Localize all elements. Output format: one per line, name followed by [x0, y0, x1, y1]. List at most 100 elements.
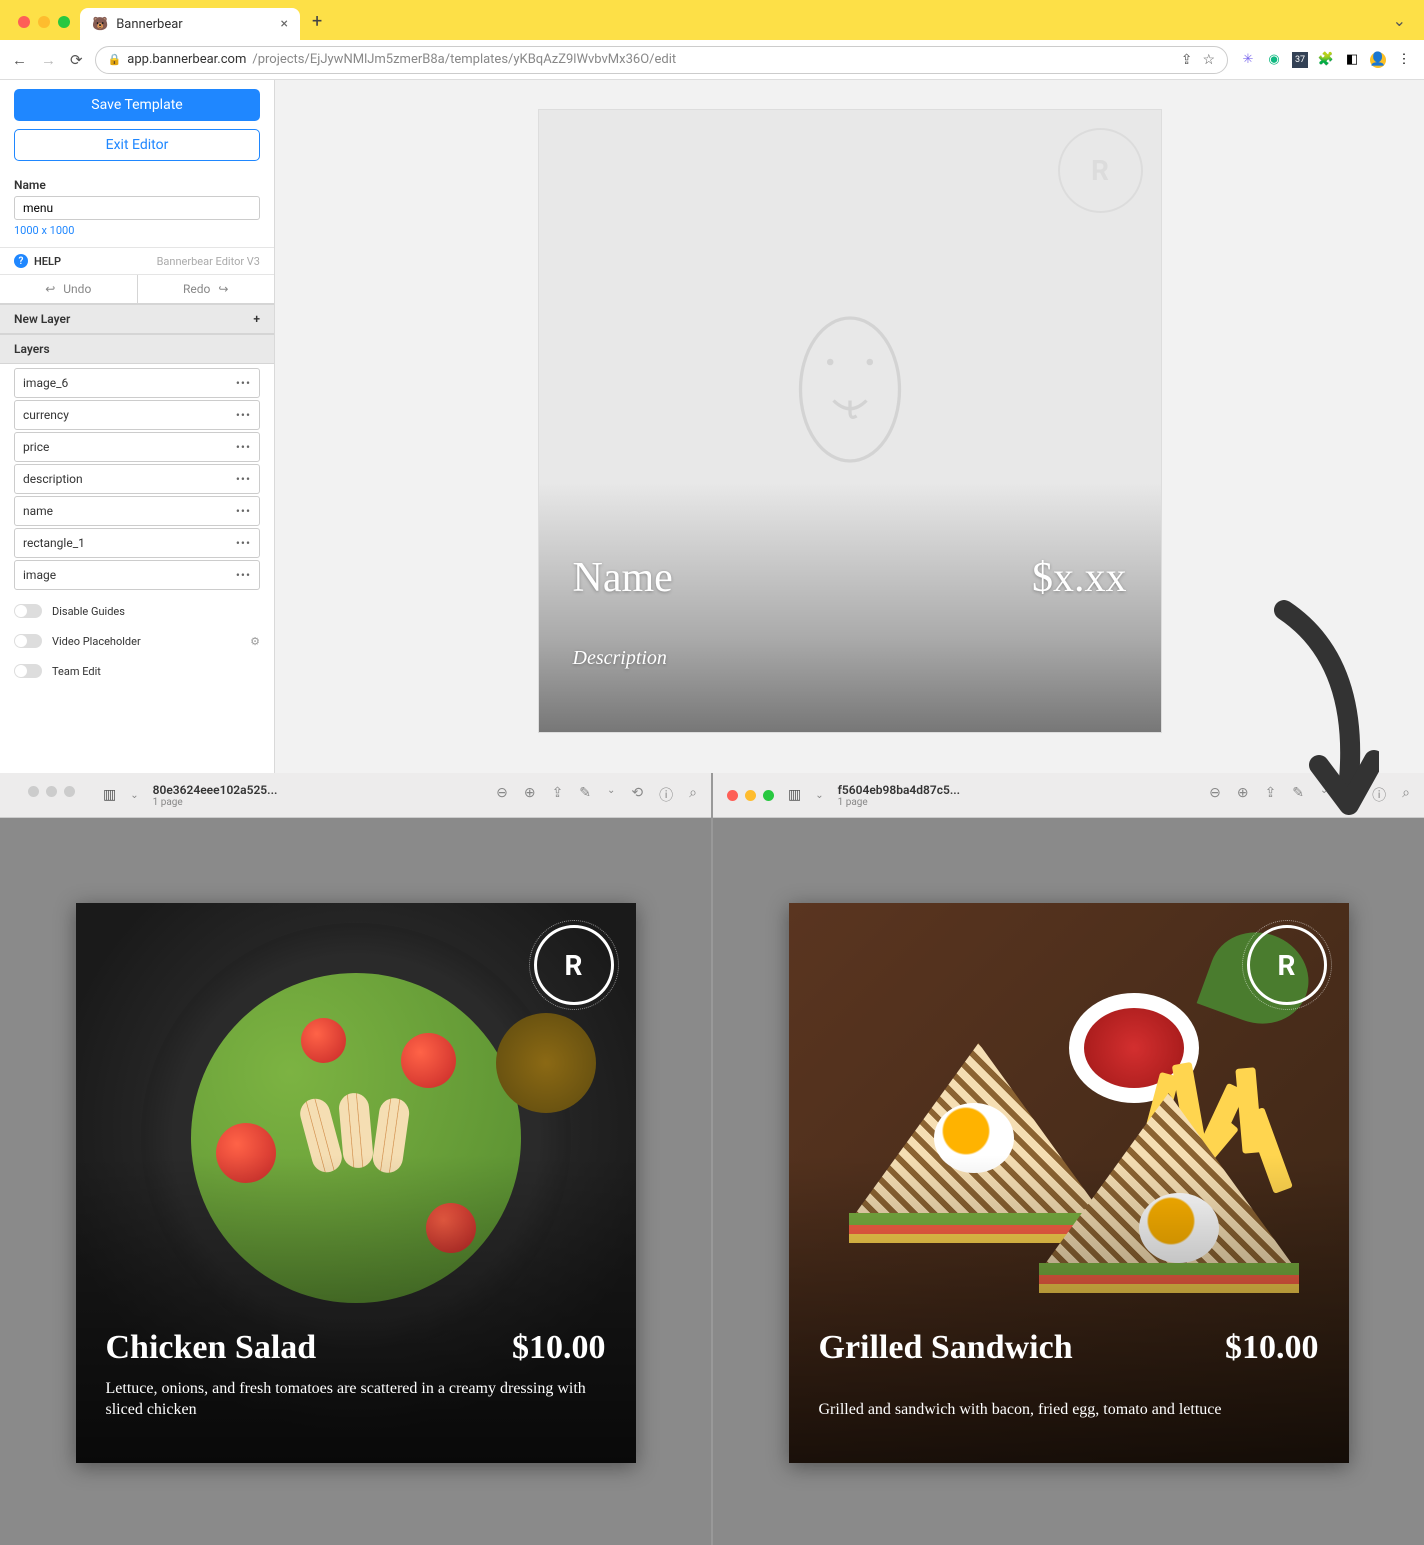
url-path: /projects/EjJywNMlJm5zmerB8a/templates/y…	[252, 52, 676, 67]
bookmark-icon[interactable]: ☆	[1202, 52, 1215, 68]
ext-icon-1[interactable]: ✳	[1240, 52, 1256, 68]
chevron-down-icon[interactable]: ⌄	[130, 790, 138, 801]
zoom-out-icon[interactable]: ⊖	[496, 785, 508, 805]
preview-window-right: ▥ ⌄ f5604eb98ba4d87c5...1 page ⊖ ⊕ ⇪ ✎ ⌄…	[713, 773, 1424, 1545]
minimize-icon[interactable]	[745, 790, 756, 801]
new-layer-header[interactable]: New Layer +	[0, 304, 274, 334]
layer-menu-icon[interactable]: •••	[236, 472, 251, 486]
menu-icon[interactable]: ⋮	[1396, 52, 1412, 68]
editor-sidebar: Save Template Exit Editor Name 1000 x 10…	[0, 80, 275, 773]
dimensions-link[interactable]: 1000 x 1000	[0, 222, 274, 247]
ext-icon-4[interactable]: ◧	[1344, 52, 1360, 68]
tab-title: Bannerbear	[116, 17, 183, 32]
chevron-down-icon[interactable]: ⌄	[815, 790, 823, 801]
close-tab-icon[interactable]: ×	[281, 16, 288, 32]
profile-icon[interactable]: 👤	[1370, 52, 1386, 68]
layer-item[interactable]: name•••	[14, 496, 260, 526]
layers-header: Layers	[0, 334, 274, 364]
search-icon[interactable]: ⌕	[689, 785, 697, 805]
forward-icon[interactable]: →	[41, 51, 56, 69]
url-host: app.bannerbear.com	[127, 52, 246, 67]
layer-item[interactable]: description•••	[14, 464, 260, 494]
layer-menu-icon[interactable]: •••	[236, 536, 251, 550]
artboard-price-text[interactable]: $x.xx	[1032, 554, 1127, 602]
new-tab-button[interactable]: +	[300, 11, 334, 40]
layer-menu-icon[interactable]: •••	[236, 408, 251, 422]
url-field[interactable]: 🔒 app.bannerbear.com/projects/EjJywNMlJm…	[95, 46, 1228, 74]
layer-item[interactable]: currency•••	[14, 400, 260, 430]
card-name: Grilled Sandwich	[819, 1329, 1073, 1367]
name-label: Name	[0, 170, 274, 194]
zoom-out-icon[interactable]: ⊖	[1209, 785, 1221, 805]
guides-toggle[interactable]	[14, 604, 42, 618]
logo-badge: R	[1058, 128, 1143, 213]
help-label[interactable]: HELP	[34, 255, 61, 268]
search-icon[interactable]: ⌕	[1402, 785, 1410, 805]
preview-pages: 1 page	[838, 797, 1195, 808]
zoom-in-icon[interactable]: ⊕	[524, 785, 536, 805]
layer-menu-icon[interactable]: •••	[236, 568, 251, 582]
exit-editor-button[interactable]: Exit Editor	[14, 129, 260, 161]
logo-badge: R	[534, 925, 614, 1005]
browser-tab[interactable]: 🐻 Bannerbear ×	[80, 8, 300, 40]
layer-menu-icon[interactable]: •••	[236, 440, 251, 454]
redo-icon: ↪	[218, 282, 228, 296]
ext-icon-2[interactable]: ◉	[1266, 52, 1282, 68]
layer-menu-icon[interactable]: •••	[236, 504, 251, 518]
layer-item[interactable]: rectangle_1•••	[14, 528, 260, 558]
artboard-name-text[interactable]: Name	[573, 554, 673, 602]
menu-card-salad: R Chicken Salad $10.00 Lettuce, onions, …	[76, 903, 636, 1463]
help-icon: ?	[14, 254, 28, 268]
layer-menu-icon[interactable]: •••	[236, 376, 251, 390]
preview-filename: 80e3624eee102a525...	[153, 783, 482, 797]
window-controls	[10, 16, 80, 40]
template-name-input[interactable]	[14, 196, 260, 220]
share-icon[interactable]: ⇪	[1181, 52, 1193, 68]
placeholder-bear-icon	[795, 299, 905, 469]
logo-badge: R	[1247, 925, 1327, 1005]
minimize-window-icon[interactable]	[38, 16, 50, 28]
layer-item[interactable]: image•••	[14, 560, 260, 590]
back-icon[interactable]: ←	[12, 51, 27, 69]
card-description: Lettuce, onions, and fresh tomatoes are …	[106, 1379, 606, 1421]
layer-item[interactable]: image_6•••	[14, 368, 260, 398]
card-price: $10.00	[1225, 1329, 1319, 1367]
lock-icon: 🔒	[108, 53, 122, 66]
reload-icon[interactable]: ⟳	[70, 51, 83, 69]
ext-icon-3[interactable]: 37	[1292, 52, 1308, 68]
preview-filename: f5604eb98ba4d87c5...	[838, 783, 1195, 797]
chevron-down-icon[interactable]: ⌄	[607, 785, 615, 805]
extensions-icon[interactable]: 🧩	[1318, 52, 1334, 68]
maximize-icon[interactable]	[763, 790, 774, 801]
redo-button[interactable]: Redo↪	[138, 275, 275, 303]
layer-item[interactable]: price•••	[14, 432, 260, 462]
preview-window-left: ▥ ⌄ 80e3624eee102a525...1 page ⊖ ⊕ ⇪ ✎ ⌄…	[0, 773, 713, 1545]
tab-favicon: 🐻	[92, 17, 108, 32]
add-layer-icon[interactable]: +	[253, 312, 260, 326]
save-template-button[interactable]: Save Template	[14, 89, 260, 121]
maximize-window-icon[interactable]	[58, 16, 70, 28]
undo-icon: ↩	[45, 282, 55, 296]
sidebar-toggle-icon[interactable]: ▥	[788, 787, 801, 803]
close-window-icon[interactable]	[18, 16, 30, 28]
share-icon[interactable]: ⇪	[552, 785, 564, 805]
tabs-dropdown-icon[interactable]: ⌄	[1393, 11, 1406, 30]
gear-icon[interactable]: ⚙	[250, 635, 260, 648]
browser-tab-bar: 🐻 Bannerbear × + ⌄	[0, 0, 1424, 40]
maximize-icon[interactable]	[64, 786, 75, 797]
browser-address-bar: ← → ⟳ 🔒 app.bannerbear.com/projects/EjJy…	[0, 40, 1424, 80]
rotate-icon[interactable]: ⟲	[631, 785, 643, 805]
template-artboard[interactable]: R Name $x.xx Description	[539, 110, 1161, 732]
card-price: $10.00	[512, 1329, 606, 1367]
team-toggle[interactable]	[14, 664, 42, 678]
video-label: Video Placeholder	[52, 635, 141, 648]
info-icon[interactable]: ⓘ	[659, 785, 673, 805]
minimize-icon[interactable]	[46, 786, 57, 797]
sidebar-toggle-icon[interactable]: ▥	[103, 787, 116, 803]
undo-button[interactable]: ↩Undo	[0, 275, 138, 303]
markup-icon[interactable]: ✎	[579, 785, 591, 805]
close-icon[interactable]	[727, 790, 738, 801]
artboard-description-text[interactable]: Description	[573, 647, 667, 670]
video-toggle[interactable]	[14, 634, 42, 648]
close-icon[interactable]	[28, 786, 39, 797]
